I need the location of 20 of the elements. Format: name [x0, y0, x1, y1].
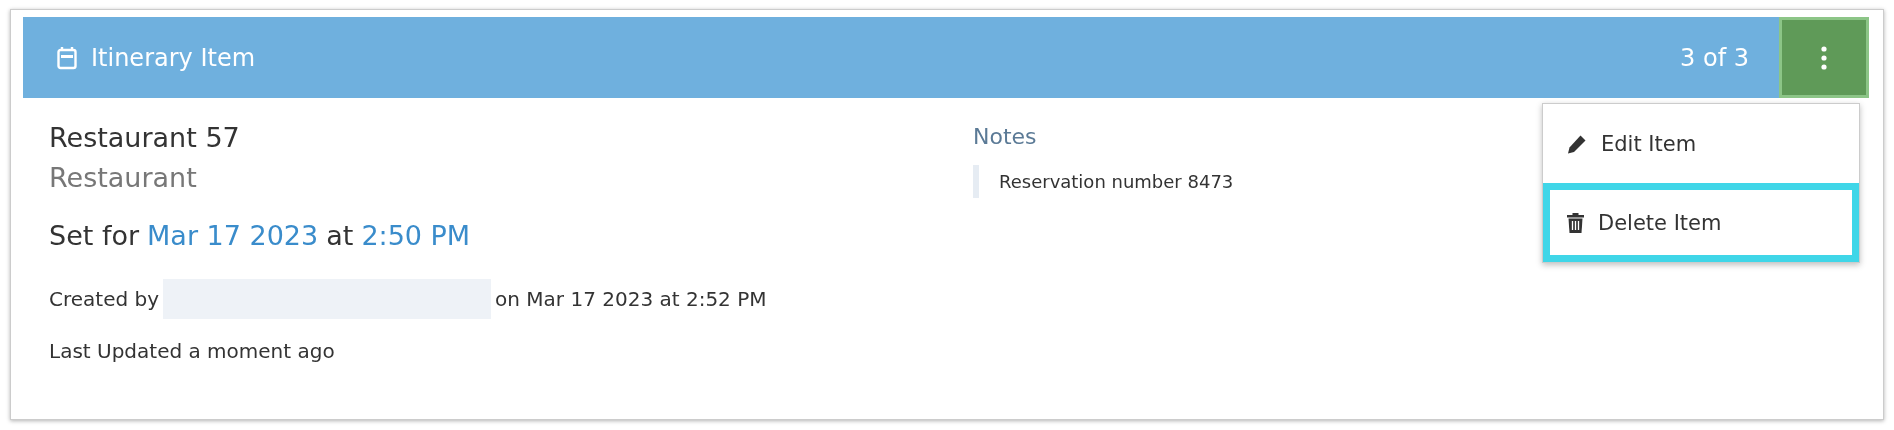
created-label: Created by [49, 287, 160, 311]
trash-icon [1567, 212, 1584, 233]
menu-item[interactable]: Delete Item [1543, 183, 1859, 262]
calendar-icon [57, 45, 77, 70]
card-title: Itinerary Item [91, 43, 257, 72]
notes-text: Reservation number 8473 [973, 165, 1254, 198]
item-counter: 3 of 3 [1680, 43, 1749, 72]
more-options-button[interactable] [1779, 17, 1869, 98]
schedule-connector: at [326, 220, 354, 251]
item-type: Restaurant [49, 161, 198, 195]
time-link[interactable]: 2:50 PM [361, 220, 471, 251]
menu-item[interactable]: Edit Item [1543, 104, 1859, 183]
schedule-label: Set for [49, 220, 140, 251]
notes-label: Notes [973, 124, 1038, 149]
item-name: Restaurant 57 [49, 121, 241, 155]
pencil-icon [1567, 133, 1587, 154]
date-link[interactable]: Mar 17 2023 [147, 220, 319, 251]
kebab-icon [1821, 45, 1827, 70]
updated-text: Last Updated a moment ago [49, 338, 336, 365]
created-date: on Mar 17 2023 at 2:52 PM [495, 287, 767, 311]
